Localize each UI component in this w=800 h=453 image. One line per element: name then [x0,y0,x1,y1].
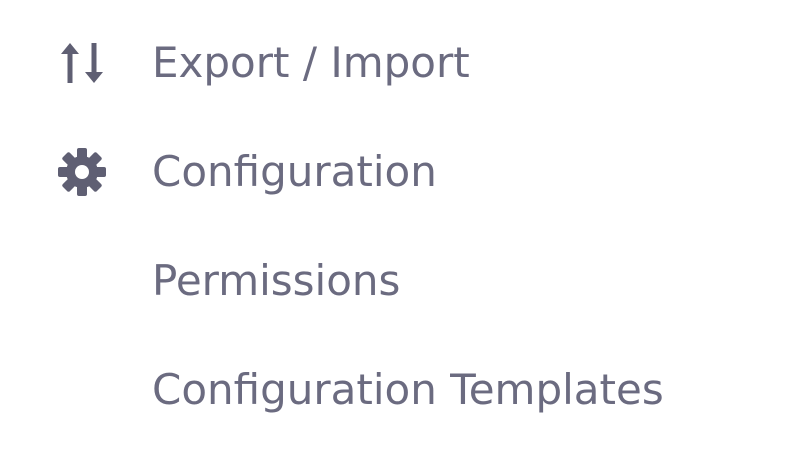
settings-menu: Export / Import Configuration Permission… [0,0,800,453]
gear-icon [52,142,112,202]
menu-item-configuration-templates[interactable]: Configuration Templates [0,345,800,435]
menu-item-configuration[interactable]: Configuration [0,127,800,217]
sort-arrows-icon [52,33,112,93]
menu-item-label: Configuration [152,147,437,196]
menu-item-permissions[interactable]: Permissions [0,236,800,326]
menu-item-export-import[interactable]: Export / Import [0,18,800,108]
menu-item-label: Permissions [152,256,401,305]
menu-item-label: Configuration Templates [152,365,664,414]
menu-item-label: Export / Import [152,38,470,87]
